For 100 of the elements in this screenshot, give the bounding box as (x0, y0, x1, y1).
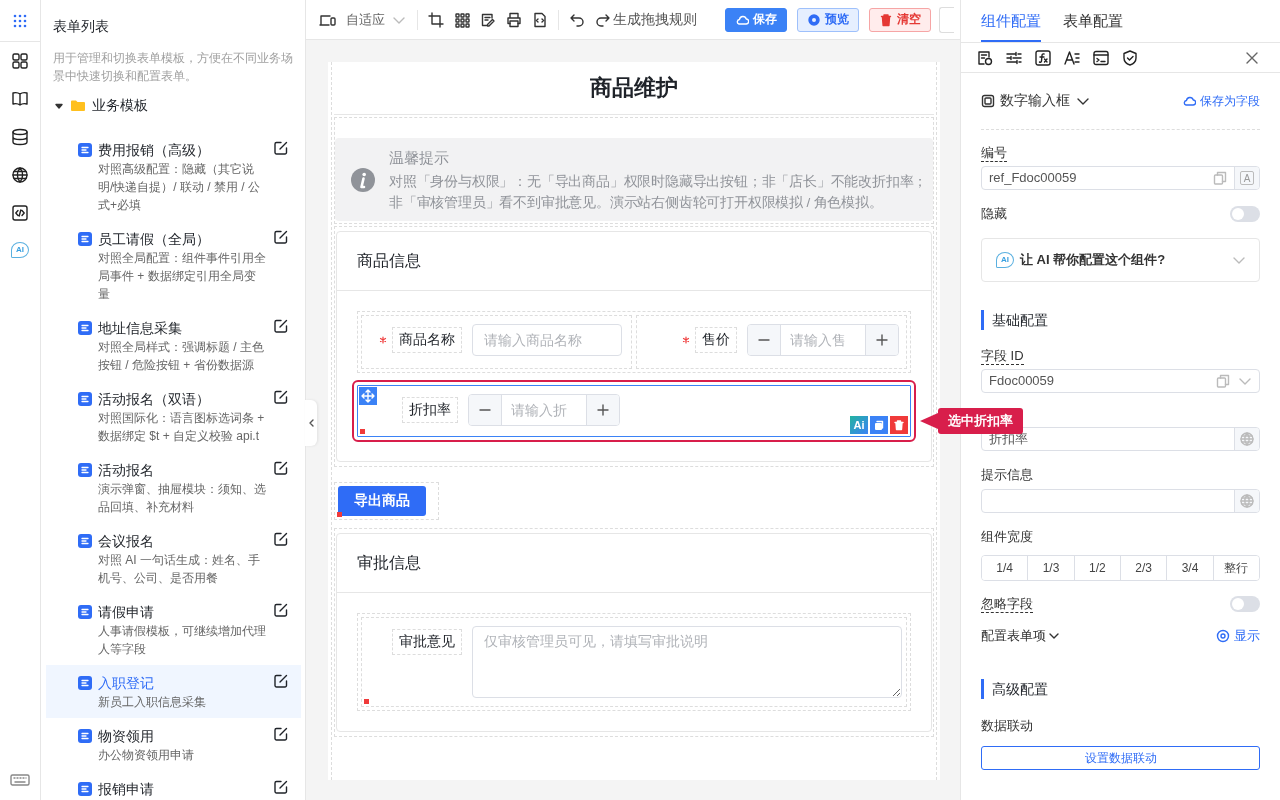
field-label: 隐藏 (981, 205, 1007, 223)
form-edit-icon[interactable] (480, 11, 496, 28)
field-label: 售价 (695, 327, 737, 353)
delete-button[interactable] (890, 416, 908, 434)
toolbar-button[interactable]: 保存 (725, 7, 787, 32)
notice-title: 温馨提示 (389, 148, 450, 168)
template-title: 请假申请 (98, 603, 155, 622)
section-title: 审批信息 (357, 552, 421, 573)
notice-text: 对照「身份与权限」：无「导出商品」权限时隐藏导出按钮；非「店长」不能改折扣率；非「审核管理员」看不到审批意见。演示站右侧齿轮可打开权限模拟 / 角色模拟。 (389, 173, 929, 212)
form-settings-icon[interactable] (977, 49, 993, 66)
template-description: 人事请假模板，可继续增加代理人等字段 (98, 623, 267, 658)
field-label: 组件宽度 (981, 528, 1033, 546)
component-type-select[interactable]: 数字输入框 (981, 92, 1091, 110)
collapse-handle[interactable] (305, 400, 317, 446)
textarea-field[interactable]: 仅审核管理员可见，请填写审批说明 (472, 626, 902, 698)
book-icon[interactable] (11, 90, 29, 108)
export-button[interactable]: 导出商品 (338, 486, 426, 516)
template-item[interactable]: 地址信息采集 对照全局样式：强调标题 / 主色按钮 / 危险按钮 + 省份数据源 (46, 310, 301, 381)
template-item[interactable]: 员工请假（全局） 对照全局配置：组件事件引用全局事件 + 数据绑定引用全局变量 (46, 221, 301, 310)
shield-icon[interactable] (1122, 49, 1138, 66)
document-icon (78, 534, 92, 548)
template-item[interactable]: 会议报名 对照 AI 一句话生成：姓名、手机号、公司、是否用餐 (46, 523, 301, 594)
document-icon (78, 463, 92, 477)
field-label: 提示信息 (981, 466, 1033, 484)
crop-icon[interactable] (428, 11, 444, 28)
cloud-icon (1182, 94, 1196, 108)
edit-icon[interactable] (273, 318, 289, 334)
template-item[interactable]: 入职登记 新员工入职信息采集 (46, 665, 301, 718)
template-title: 会议报名 (98, 532, 155, 551)
template-description: 对照全局样式：强调标题 / 主色按钮 / 危险按钮 + 省份数据源 (98, 339, 265, 374)
template-title: 物资领用 (98, 727, 155, 746)
form-item[interactable]: 售价 请输入售 (636, 315, 907, 369)
template-item[interactable]: 报销申请 (46, 771, 301, 800)
template-item[interactable]: 请假申请 人事请假模板，可继续增加代理人等字段 (46, 594, 301, 665)
collapse-toggle[interactable]: 配置表单项 (981, 627, 1061, 645)
folder-icon (70, 98, 86, 114)
globe-icon[interactable] (11, 166, 29, 184)
print-icon[interactable] (506, 11, 522, 28)
toggle-switch[interactable] (1230, 596, 1260, 612)
form-item[interactable]: 审批意见 仅审核管理员可见，请填写审批说明 (361, 617, 907, 707)
globe-icon (1239, 493, 1255, 509)
toolbar-button[interactable]: 预览 (797, 7, 859, 32)
grid-icon[interactable] (11, 52, 29, 70)
number-input[interactable]: 请输入售 (747, 324, 899, 356)
width-option[interactable]: 整行 (1212, 556, 1259, 580)
number-input[interactable]: 请输入折 (468, 394, 620, 426)
select-field[interactable]: Fdoc00059 (981, 369, 1260, 393)
copy-button[interactable] (870, 416, 888, 434)
settings-tab[interactable]: 表单配置 (1063, 0, 1123, 42)
letter-icon: A (1240, 171, 1254, 185)
link-data-button[interactable]: 设置数据联动 (981, 746, 1260, 770)
input-field[interactable]: ref_Fdoc00059 A (981, 166, 1260, 190)
sliders-icon[interactable] (1006, 49, 1022, 66)
plus-icon (874, 332, 890, 348)
generate-rules-button[interactable]: 生成拖拽规则 (613, 10, 697, 29)
keyboard-icon[interactable] (10, 772, 30, 788)
template-item[interactable]: 活动报名（双语） 对照国际化：语言图标选词条 + 数据绑定 $t + 自定义校验 api.t (46, 381, 301, 452)
document-code-icon[interactable] (532, 11, 548, 28)
text-style-icon[interactable] (1064, 49, 1080, 66)
edit-icon[interactable] (273, 389, 289, 405)
function-icon[interactable] (1035, 49, 1051, 66)
minus-icon (479, 409, 491, 411)
form-item[interactable]: 商品名称 请输入商品名称 (361, 315, 632, 369)
template-description: 对照全局配置：组件事件引用全局事件 + 数据绑定引用全局变量 (98, 250, 267, 303)
ai-assist-panel[interactable]: AI 让 AI 帮你配置这个组件? (981, 238, 1260, 282)
field-label: 编号 (981, 144, 1007, 162)
document-icon (78, 321, 92, 335)
template-item[interactable]: 费用报销（高级） 对照高级配置：隐藏（其它说明/快递自提）/ 联动 / 禁用 / 公式+必填 (46, 132, 301, 221)
database-icon[interactable] (11, 128, 29, 146)
settings-tab[interactable]: 组件配置 (981, 0, 1041, 42)
input-field[interactable] (981, 489, 1260, 513)
document-icon (78, 143, 92, 157)
show-link[interactable]: 显示 (1216, 627, 1260, 645)
save-as-field-link[interactable]: 保存为字段 (1182, 92, 1260, 110)
terminal-icon[interactable] (1093, 49, 1109, 66)
grid-icon[interactable] (454, 11, 470, 28)
template-title: 报销申请 (98, 780, 155, 799)
drag-handle[interactable] (359, 387, 377, 405)
apps-icon[interactable] (12, 12, 28, 29)
edit-icon[interactable] (273, 726, 289, 742)
edit-icon[interactable] (273, 531, 289, 547)
text-input[interactable]: 请输入商品名称 (472, 324, 622, 356)
section-heading: 基础配置 (981, 310, 1260, 330)
edit-icon[interactable] (273, 460, 289, 476)
edit-icon[interactable] (273, 140, 289, 156)
template-item[interactable]: 活动报名 演示弹窗、抽屉模块：须知、选品回填、补充材料 (46, 452, 301, 523)
edit-icon[interactable] (273, 229, 289, 245)
folder-row[interactable]: 业务模板 (46, 94, 301, 118)
field-label: 忽略字段 (981, 595, 1033, 613)
edit-icon[interactable] (273, 779, 289, 795)
chevron-left-icon (307, 418, 315, 428)
edit-icon[interactable] (273, 673, 289, 689)
code-icon[interactable] (11, 204, 29, 222)
eye-icon (807, 12, 821, 27)
toolbar-button[interactable]: 清空 (869, 7, 931, 32)
device-select[interactable]: 自适应 (346, 10, 407, 29)
edit-icon[interactable] (273, 602, 289, 618)
document-icon (78, 605, 92, 619)
toggle-switch[interactable] (1230, 206, 1260, 222)
template-item[interactable]: 物资领用 办公物资领用申请 (46, 718, 301, 771)
